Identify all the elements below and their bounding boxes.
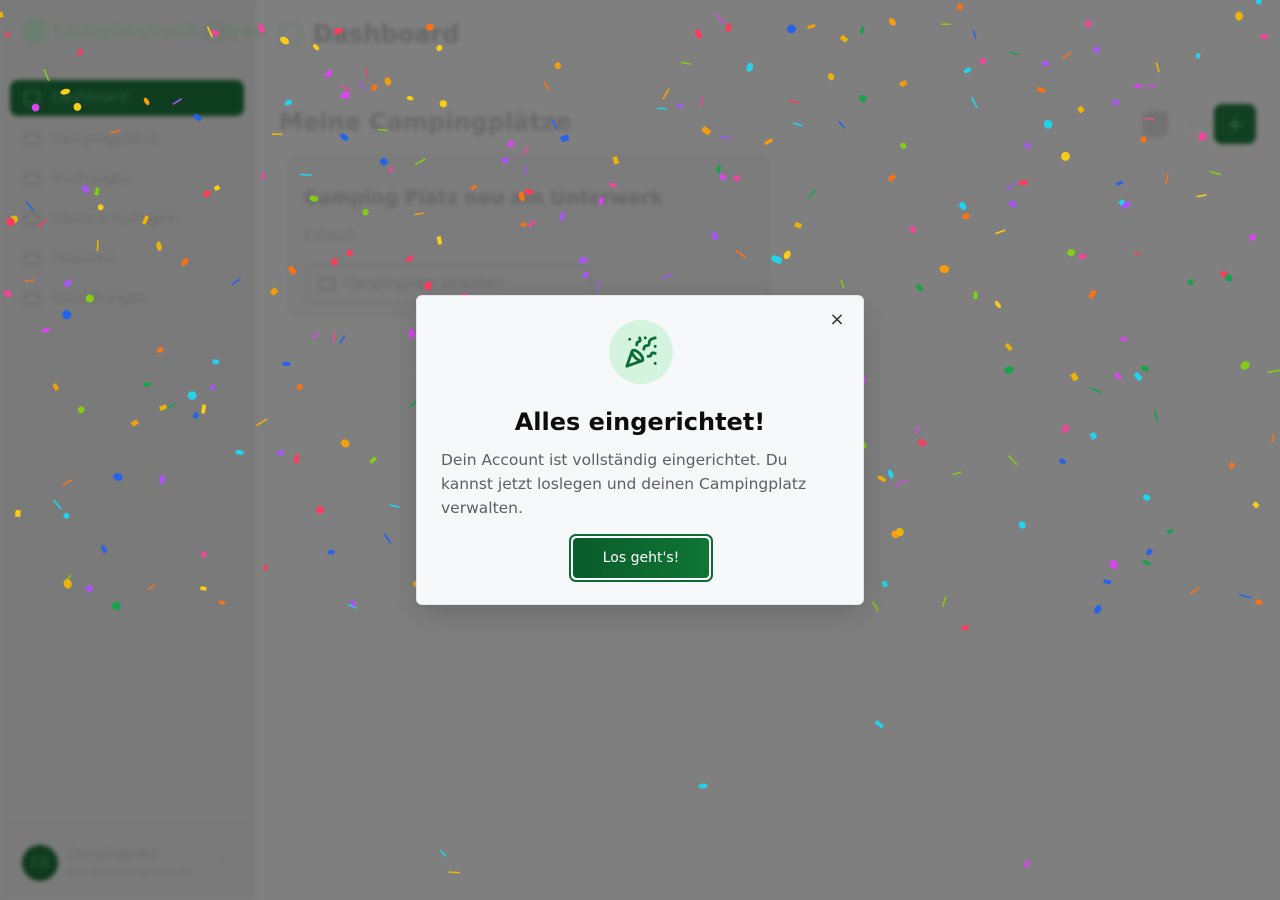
sidebar: Campingbuchungen Dashboard Campingplätze… xyxy=(0,0,267,900)
success-dialog: × Alles eingerichtet! Dein Account ist v… xyxy=(416,295,864,605)
brand-name: Campingbuchungen xyxy=(54,20,267,42)
sidebar-item-gaeste[interactable]: Gäste & Anfragen xyxy=(10,202,244,236)
success-icon-circle xyxy=(609,320,673,384)
sidebar-item-einstellungen[interactable]: Einstellungen xyxy=(10,282,244,316)
dashboard-icon xyxy=(24,91,40,105)
sidebar-item-finanzen[interactable]: Finanzen xyxy=(10,242,244,276)
user-name: Campingplatz xyxy=(68,847,158,862)
chevron-down-icon[interactable]: ⌄ xyxy=(1186,117,1196,131)
sidebar-nav: Dashboard Campingplätze Buchungen Gäste … xyxy=(10,80,244,322)
tent-icon xyxy=(24,132,40,146)
user-email: info@campingplatz.de xyxy=(68,865,192,878)
status-badge: Entwurf xyxy=(304,229,355,244)
brand-logo-icon xyxy=(24,20,46,42)
close-button[interactable]: × xyxy=(827,310,847,330)
sidebar-item-label: Campingplätze xyxy=(52,131,158,147)
sidebar-item-label: Gäste & Anfragen xyxy=(52,211,177,227)
dashboard-icon xyxy=(279,23,301,45)
brand[interactable]: Campingbuchungen xyxy=(24,20,267,42)
get-started-label: Los geht's! xyxy=(573,538,709,578)
sidebar-item-label: Einstellungen xyxy=(52,291,147,307)
sidebar-item-buchungen[interactable]: Buchungen xyxy=(10,162,244,196)
calendar-icon xyxy=(24,172,40,186)
campground-card: Camping Platz neu am Unterwerk Entwurf C… xyxy=(289,156,769,316)
sidebar-item-dashboard[interactable]: Dashboard xyxy=(10,80,244,116)
filter-icon[interactable] xyxy=(1141,111,1168,137)
add-campground-button[interactable]: + xyxy=(1214,104,1256,144)
gear-icon xyxy=(24,292,40,306)
sidebar-item-label: Buchungen xyxy=(52,171,132,187)
dialog-message: Dein Account ist vollständig eingerichte… xyxy=(441,451,807,517)
chevron-down-icon: ⌄ xyxy=(216,854,227,868)
wallet-icon xyxy=(24,252,40,266)
manage-campground-label: Campingplatz verwalten xyxy=(345,276,504,292)
sidebar-item-campingplaetze[interactable]: Campingplätze xyxy=(10,122,244,156)
sidebar-item-label: Dashboard xyxy=(52,90,128,106)
page-title: Meine Campingplätze xyxy=(279,108,571,136)
users-icon xyxy=(24,212,40,226)
header-actions: ⌄ + xyxy=(1141,104,1256,144)
topbar: Dashboard xyxy=(279,20,459,48)
dialog-title: Alles eingerichtet! xyxy=(514,408,766,436)
topbar-title: Dashboard xyxy=(313,20,460,48)
party-popper-icon xyxy=(625,336,657,368)
sidebar-item-label: Finanzen xyxy=(52,251,115,267)
get-started-button[interactable]: Los geht's! xyxy=(569,534,713,582)
avatar: CB xyxy=(22,845,58,881)
sidebar-toggle-icon[interactable] xyxy=(206,22,226,42)
campground-name: Camping Platz neu am Unterwerk xyxy=(304,187,663,209)
settings-icon xyxy=(319,277,335,291)
user-menu[interactable]: CB Campingplatz info@campingplatz.de ⌄ xyxy=(0,822,254,900)
